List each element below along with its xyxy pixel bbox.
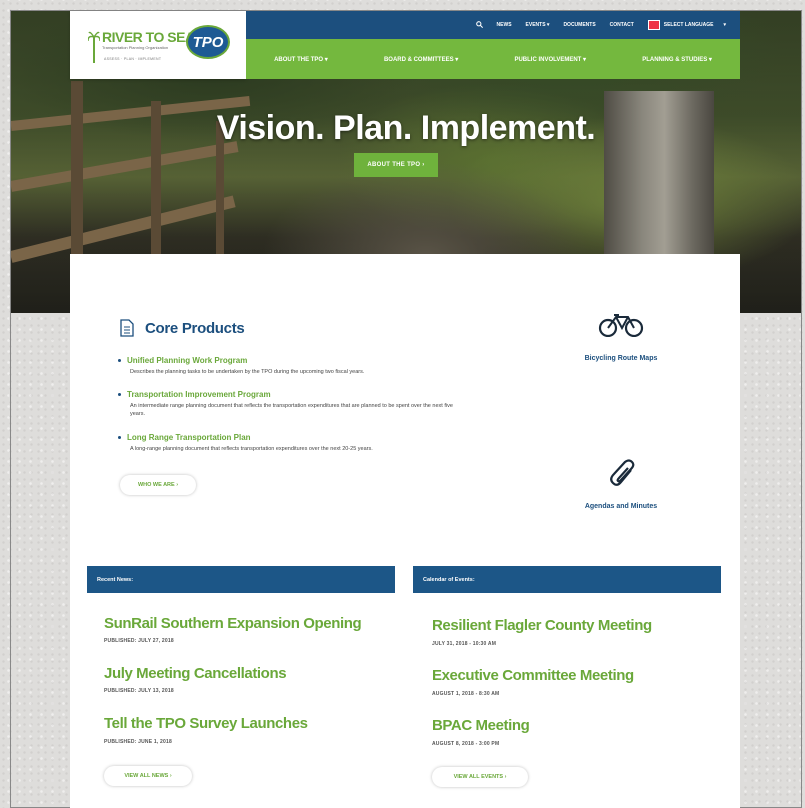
topbar-documents-link[interactable]: DOCUMENTS xyxy=(563,22,595,28)
bicycling-route-maps-link[interactable]: Bicycling Route Maps xyxy=(566,355,676,362)
product-link[interactable]: Long Range Transportation Plan xyxy=(127,433,251,442)
palm-icon xyxy=(88,31,100,63)
news-item-title[interactable]: July Meeting Cancellations xyxy=(104,665,287,682)
product-description: Describes the planning tasks to be under… xyxy=(130,369,365,375)
recent-news-header: Recent News: xyxy=(87,566,395,593)
view-all-events-button[interactable]: VIEW ALL EVENTS › xyxy=(432,767,528,787)
topbar-news-link[interactable]: NEWS xyxy=(497,22,512,28)
view-all-news-button[interactable]: VIEW ALL NEWS › xyxy=(104,766,192,786)
product-description: An intermediate range planning document … xyxy=(130,403,453,417)
event-item-title[interactable]: Resilient Flagler County Meeting xyxy=(432,617,652,634)
product-item: Transportation Improvement Program An in… xyxy=(118,390,478,418)
document-icon xyxy=(120,319,134,337)
bullet xyxy=(118,393,121,396)
product-item: Unified Planning Work Program Describes … xyxy=(118,356,478,376)
news-item-date: PUBLISHED: JULY 13, 2018 xyxy=(104,688,174,694)
event-item-title[interactable]: Executive Committee Meeting xyxy=(432,667,634,684)
utility-bar: NEWS EVENTS ▾ DOCUMENTS CONTACT SELECT L… xyxy=(246,11,740,39)
bullet xyxy=(118,359,121,362)
translate-icon xyxy=(647,20,660,30)
calendar-events-header: Calendar of Events: xyxy=(413,566,721,593)
nav-planning[interactable]: PLANNING & STUDIES ▾ xyxy=(642,56,712,63)
logo-subline: ASSESS · PLAN · IMPLEMENT xyxy=(104,57,162,61)
news-item-date: PUBLISHED: JUNE 1, 2018 xyxy=(104,739,172,745)
chevron-down-icon: ▾ xyxy=(723,22,726,28)
logo-tagline: Transportation Planning Organization xyxy=(102,45,169,50)
language-label: SELECT LANGUAGE xyxy=(663,22,714,28)
nav-about[interactable]: ABOUT THE TPO ▾ xyxy=(274,56,328,63)
fence-rail xyxy=(11,195,236,263)
paperclip-icon[interactable] xyxy=(605,456,637,488)
main-nav: ABOUT THE TPO ▾ BOARD & COMMITTEES ▾ PUB… xyxy=(246,39,740,79)
logo-name: RIVER TO SEA xyxy=(102,29,195,45)
language-selector[interactable]: SELECT LANGUAGE ▾ xyxy=(647,20,726,30)
nav-public-involvement[interactable]: PUBLIC INVOLVEMENT ▾ xyxy=(514,56,586,63)
event-item-title[interactable]: BPAC Meeting xyxy=(432,717,530,734)
product-description: A long-range planning document that refl… xyxy=(130,446,373,452)
event-item-date: AUGUST 8, 2018 - 3:00 PM xyxy=(432,741,500,747)
product-link[interactable]: Transportation Improvement Program xyxy=(127,390,271,399)
about-tpo-button[interactable]: ABOUT THE TPO › xyxy=(354,153,438,177)
product-link[interactable]: Unified Planning Work Program xyxy=(127,356,247,365)
bicycle-icon[interactable] xyxy=(598,313,644,337)
news-item-date: PUBLISHED: JULY 27, 2018 xyxy=(104,638,174,644)
nav-board[interactable]: BOARD & COMMITTEES ▾ xyxy=(384,56,458,63)
hero-title: Vision. Plan. Implement. xyxy=(216,109,596,147)
topbar-events-link[interactable]: EVENTS ▾ xyxy=(526,22,550,28)
who-we-are-button[interactable]: WHO WE ARE › xyxy=(120,475,196,495)
core-products-title: Core Products xyxy=(145,320,245,337)
news-item-title[interactable]: SunRail Southern Expansion Opening xyxy=(104,615,362,632)
topbar-contact-link[interactable]: CONTACT xyxy=(610,22,634,28)
site-logo[interactable]: RIVER TO SEA Transportation Planning Org… xyxy=(70,11,246,79)
event-item-date: AUGUST 1, 2018 - 8:30 AM xyxy=(432,691,500,697)
event-item-date: JULY 31, 2018 - 10:30 AM xyxy=(432,641,497,647)
bullet xyxy=(118,436,121,439)
product-item: Long Range Transportation Plan A long-ra… xyxy=(118,433,478,453)
agendas-minutes-link[interactable]: Agendas and Minutes xyxy=(566,503,676,510)
news-item-title[interactable]: Tell the TPO Survey Launches xyxy=(104,715,308,732)
search-icon[interactable] xyxy=(475,20,483,30)
logo-tpo-badge: TPO xyxy=(186,25,230,59)
